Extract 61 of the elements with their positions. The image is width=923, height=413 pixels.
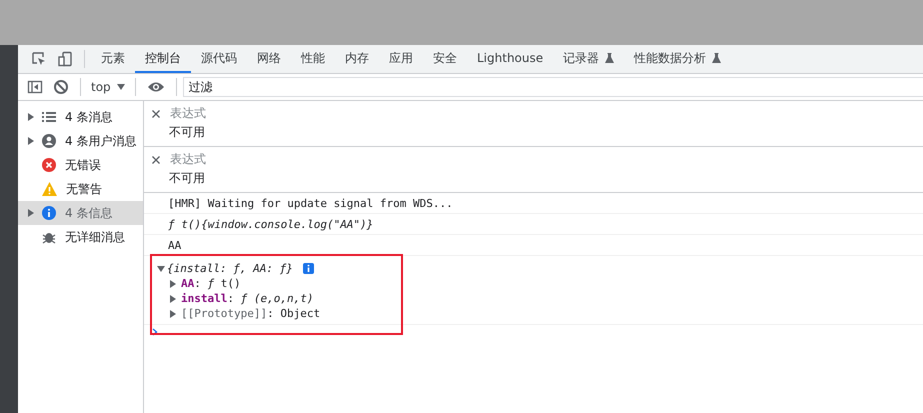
sidebar-item-label: 4 条用户消息 xyxy=(65,132,136,150)
panel-tab[interactable]: 控制台 xyxy=(135,45,191,73)
expand-triangle-icon[interactable] xyxy=(157,264,165,272)
expand-triangle-icon[interactable] xyxy=(28,209,34,217)
sidebar-item-label: 4 条消息 xyxy=(65,108,112,126)
caret-icon xyxy=(116,84,125,90)
error-icon xyxy=(42,158,56,172)
eye-icon[interactable] xyxy=(146,81,165,93)
sidebar-item[interactable]: 4 条用户消息 xyxy=(18,129,143,153)
prompt-chevron-icon[interactable] xyxy=(152,328,158,336)
clear-console-icon[interactable] xyxy=(53,79,69,95)
panel-tab[interactable]: 性能 xyxy=(291,45,335,73)
live-expression-field[interactable]: 表达式 xyxy=(170,105,206,122)
expand-triangle-icon[interactable] xyxy=(170,294,177,302)
panel-tab[interactable]: 安全 xyxy=(423,45,467,73)
object-property[interactable]: install: ƒ (e,o,n,t) xyxy=(181,292,314,305)
live-expression-value: 不可用 xyxy=(168,124,206,141)
panel-tab[interactable]: 元素 xyxy=(91,45,135,73)
panel-tab[interactable]: 应用 xyxy=(379,45,423,73)
info-icon xyxy=(42,206,56,220)
sidebar-item[interactable]: 无详细消息 xyxy=(18,225,143,249)
sidebar-item[interactable]: 无警告 xyxy=(18,177,143,201)
flask-icon xyxy=(712,53,722,63)
console-message: ƒ t(){window.console.log("AA")} xyxy=(168,218,374,231)
flask-icon xyxy=(605,53,614,63)
element-picker-icon[interactable] xyxy=(31,51,47,67)
sidebar-toggle-icon[interactable] xyxy=(27,79,43,95)
info-icon[interactable] xyxy=(302,263,314,274)
object-preview[interactable]: {install: ƒ, AA: ƒ} xyxy=(167,262,293,275)
context-dropdown[interactable]: top xyxy=(87,80,129,94)
console-message: AA xyxy=(168,239,182,252)
object-property[interactable]: [[Prototype]]: Object xyxy=(181,307,320,320)
panel-tab[interactable]: 性能数据分析 xyxy=(624,45,732,73)
sidebar-item-label: 无详细消息 xyxy=(65,228,125,246)
panel-tab[interactable]: 记录器 xyxy=(553,45,624,73)
live-expression-value: 不可用 xyxy=(168,170,206,187)
sidebar-item[interactable]: 4 条信息 xyxy=(18,201,143,225)
sidebar-item-label: 无警告 xyxy=(66,180,102,198)
sidebar-item-label: 4 条信息 xyxy=(65,204,112,222)
sidebar-item-label: 无错误 xyxy=(65,156,101,174)
panel-tab[interactable]: Lighthouse xyxy=(467,45,554,73)
panel-tab[interactable]: 内存 xyxy=(335,45,379,73)
device-toolbar-icon[interactable] xyxy=(57,51,73,67)
panel-tab[interactable]: 网络 xyxy=(247,45,291,73)
expand-triangle-icon[interactable] xyxy=(170,280,177,288)
bug-icon xyxy=(42,230,56,244)
object-property[interactable]: AA: ƒ t() xyxy=(181,277,241,290)
expand-triangle-icon[interactable] xyxy=(28,113,34,121)
warning-icon xyxy=(42,182,57,196)
close-icon[interactable] xyxy=(152,156,160,164)
console-message: [HMR] Waiting for update signal from WDS... xyxy=(168,197,453,210)
filter-field[interactable]: 过滤 xyxy=(182,77,923,97)
list-icon xyxy=(42,111,56,123)
close-icon[interactable] xyxy=(152,110,160,118)
expand-triangle-icon[interactable] xyxy=(170,310,177,318)
sidebar-item[interactable]: 无错误 xyxy=(18,153,143,177)
user-icon xyxy=(42,134,56,148)
live-expression-field[interactable]: 表达式 xyxy=(170,151,206,168)
expand-triangle-icon[interactable] xyxy=(28,137,34,145)
panel-tab[interactable]: 源代码 xyxy=(191,45,247,73)
sidebar-item[interactable]: 4 条消息 xyxy=(18,105,143,129)
